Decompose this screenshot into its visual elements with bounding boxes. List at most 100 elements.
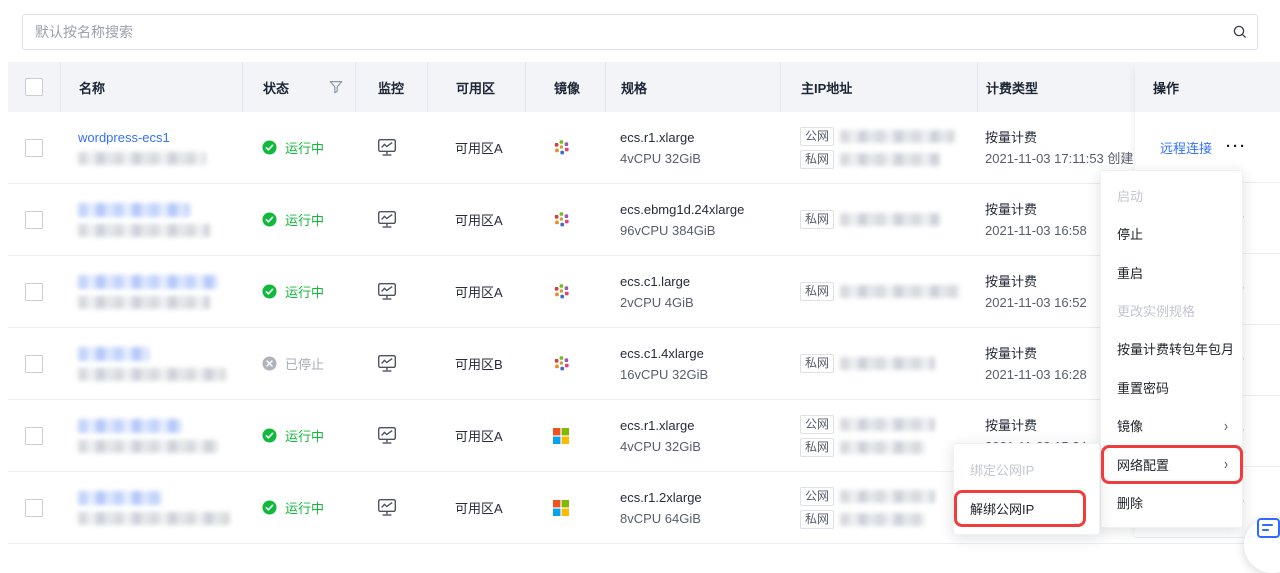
row-checkbox-cell xyxy=(8,400,60,471)
ip-entry: 公网 xyxy=(800,487,935,506)
menu-item-1[interactable]: 停止 xyxy=(1101,214,1242,252)
spec-detail: 4vCPU 32GiB xyxy=(620,148,701,169)
menu-item-6[interactable]: 镜像› xyxy=(1101,407,1242,445)
row-checkbox[interactable] xyxy=(25,427,43,445)
search-bar xyxy=(22,14,1258,50)
os-flower-logo-icon xyxy=(553,211,570,228)
row-checkbox-cell xyxy=(8,112,60,183)
availability-zone-cell: 可用区A xyxy=(427,400,525,471)
instance-id-redacted xyxy=(78,152,206,165)
column-header-image: 镜像 xyxy=(525,62,605,112)
submenu-item-1-highlighted[interactable]: 解绑公网IP xyxy=(954,489,1099,528)
column-header-ip: 主IP地址 xyxy=(780,62,977,112)
table-header: 名称状态监控可用区镜像规格主IP地址计费类型 xyxy=(8,62,1280,112)
instance-name-cell xyxy=(60,184,242,255)
monitoring-icon[interactable] xyxy=(377,210,397,229)
os-flower-logo-icon xyxy=(553,283,570,300)
status-running-icon xyxy=(262,212,277,227)
ip-address-redacted xyxy=(840,285,960,298)
menu-item-label: 按量计费转包年包月 xyxy=(1117,339,1234,358)
row-checkbox[interactable] xyxy=(25,139,43,157)
remote-connect-link[interactable]: 远程连接 xyxy=(1160,138,1212,157)
monitoring-icon[interactable] xyxy=(377,138,397,157)
more-actions-button[interactable]: ··· xyxy=(1226,142,1247,152)
operation-column-header: 操作 xyxy=(1135,62,1280,112)
billing-time: 2021-11-03 17:11:53 创建 xyxy=(985,148,1133,169)
spec-detail: 2vCPU 4GiB xyxy=(620,292,694,313)
monitoring-icon[interactable] xyxy=(377,282,397,301)
ip-entry: 私网 xyxy=(800,150,940,169)
availability-zone-cell: 可用区A xyxy=(427,256,525,327)
ip-type-tag: 公网 xyxy=(800,415,834,434)
instance-name-redacted xyxy=(78,491,162,505)
ip-cell: 公网私网 xyxy=(780,112,977,183)
menu-item-5[interactable]: 重置密码 xyxy=(1101,368,1242,406)
column-header-name: 名称 xyxy=(60,62,242,112)
row-checkbox[interactable] xyxy=(25,355,43,373)
spec-cell: ecs.r1.xlarge4vCPU 32GiB xyxy=(605,400,780,471)
column-header-az: 可用区 xyxy=(427,62,525,112)
status-cell: 运行中 xyxy=(242,112,355,183)
table-row: 已停止可用区Becs.c1.4xlarge16vCPU 32GiB私网按量计费2… xyxy=(8,328,1280,400)
status-cell: 运行中 xyxy=(242,256,355,327)
column-header-label: 可用区 xyxy=(456,78,495,97)
instance-id-redacted xyxy=(78,224,210,237)
availability-zone-label: 可用区A xyxy=(455,426,503,445)
billing-type: 按量计费 xyxy=(985,271,1037,292)
ip-entry: 私网 xyxy=(800,510,925,529)
status-cell: 运行中 xyxy=(242,184,355,255)
spec-cell: ecs.ebmg1d.24xlarge96vCPU 384GiB xyxy=(605,184,780,255)
instance-name-redacted xyxy=(78,419,182,433)
spec-name: ecs.c1.4xlarge xyxy=(620,343,704,364)
row-checkbox[interactable] xyxy=(25,499,43,517)
row-checkbox-cell xyxy=(8,472,60,543)
menu-item-8[interactable]: 删除 xyxy=(1101,484,1242,522)
monitoring-icon[interactable] xyxy=(377,426,397,445)
spec-name: ecs.r1.2xlarge xyxy=(620,487,702,508)
instance-name-redacted xyxy=(78,203,190,217)
menu-item-7-highlighted[interactable]: 网络配置› xyxy=(1101,445,1242,483)
monitoring-icon[interactable] xyxy=(377,354,397,373)
ip-cell: 私网 xyxy=(780,184,977,255)
status-running-icon xyxy=(262,140,277,155)
image-cell xyxy=(525,400,605,471)
menu-item-3: 更改实例规格 xyxy=(1101,291,1242,329)
ip-cell: 私网 xyxy=(780,328,977,399)
ip-address-redacted xyxy=(840,441,925,454)
status-stopped-icon xyxy=(262,356,277,371)
monitoring-icon[interactable] xyxy=(377,498,397,517)
billing-type: 按量计费 xyxy=(985,199,1037,220)
ip-address-redacted xyxy=(840,130,955,143)
ip-address-redacted xyxy=(840,153,940,166)
column-header-monitor: 监控 xyxy=(355,62,427,112)
status-running-icon xyxy=(262,428,277,443)
menu-item-label: 网络配置 xyxy=(1117,455,1169,474)
column-header-label: 规格 xyxy=(621,78,647,97)
ip-type-tag: 私网 xyxy=(800,282,834,301)
search-input[interactable] xyxy=(23,24,1223,40)
ip-entry: 私网 xyxy=(800,282,960,301)
search-icon[interactable] xyxy=(1223,24,1257,40)
select-all-checkbox[interactable] xyxy=(25,78,43,96)
column-header-check xyxy=(8,62,60,112)
spec-detail: 16vCPU 32GiB xyxy=(620,364,708,385)
os-flower-logo-icon xyxy=(553,139,570,156)
row-checkbox[interactable] xyxy=(25,211,43,229)
availability-zone-cell: 可用区A xyxy=(427,472,525,543)
ip-address-redacted xyxy=(840,418,935,431)
availability-zone-label: 可用区A xyxy=(455,138,503,157)
spec-detail: 8vCPU 64GiB xyxy=(620,508,701,529)
instance-name-link[interactable]: wordpress-ecs1 xyxy=(78,130,170,145)
status-badge: 运行中 xyxy=(285,498,324,517)
status-running-icon xyxy=(262,284,277,299)
billing-time: 2021-11-03 16:58 xyxy=(985,220,1087,241)
menu-item-4[interactable]: 按量计费转包年包月 xyxy=(1101,330,1242,368)
ip-type-tag: 私网 xyxy=(800,438,834,457)
menu-item-2[interactable]: 重启 xyxy=(1101,253,1242,291)
status-cell: 运行中 xyxy=(242,472,355,543)
row-checkbox-cell xyxy=(8,184,60,255)
instance-name-cell xyxy=(60,400,242,471)
filter-icon[interactable] xyxy=(329,80,343,94)
image-cell xyxy=(525,472,605,543)
row-checkbox[interactable] xyxy=(25,283,43,301)
